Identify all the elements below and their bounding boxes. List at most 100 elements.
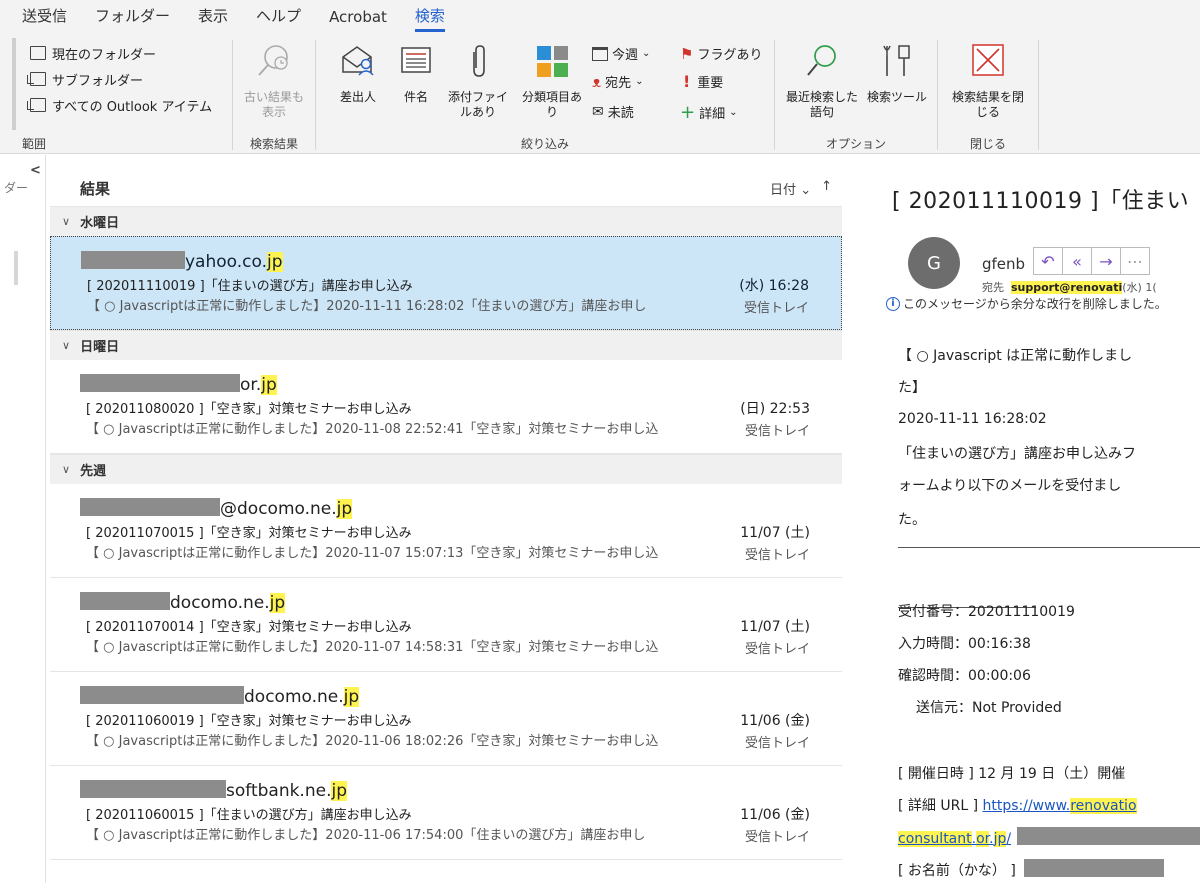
- sender-name[interactable]: gfenb: [982, 255, 1025, 273]
- redacted-text: [80, 374, 240, 392]
- mail-subject: [ 202011070015 ]「空き家」対策セミナーお申し込み: [86, 526, 412, 541]
- receipt-number: 受付番号：202011110019: [898, 604, 1075, 620]
- tab-0[interactable]: 送受信: [0, 5, 81, 34]
- plus-icon: +: [680, 102, 696, 123]
- has-attachment-button[interactable]: 添付ファイルあり: [446, 42, 510, 120]
- list-item[interactable]: yahoo.co.jp [ 202011110019 ]「住まいの選び方」講座お申…: [50, 236, 842, 330]
- from-envelope-icon: [342, 46, 374, 76]
- expand-pane-icon[interactable]: <: [30, 163, 41, 178]
- chevron-down-icon[interactable]: ∨: [62, 339, 70, 352]
- event-date: [ 開催日時 ] 12 月 19 日（土）開催: [898, 766, 1126, 782]
- important-button[interactable]: ! 重要: [680, 72, 723, 91]
- group-header[interactable]: ∨ 先週: [50, 454, 842, 484]
- scope-current-folder[interactable]: 現在のフォルダー: [30, 40, 212, 66]
- mail-folder: 受信トレイ: [744, 424, 810, 439]
- mail-date: 11/06 (金): [740, 713, 810, 729]
- tab-2[interactable]: 表示: [184, 5, 242, 34]
- options-group-label: オプション: [825, 137, 886, 151]
- results-group: 古い結果も表示 検索結果: [233, 34, 315, 154]
- list-item[interactable]: docomo.ne.jp [ 202011070014 ]「空き家」対策セミナーお…: [50, 578, 842, 672]
- redacted-text: [80, 498, 220, 516]
- detail-url-line: [ 詳細 URL ] https://www.renovatio: [898, 798, 1137, 814]
- list-item[interactable]: @docomo.ne.jp [ 202011070015 ]「空き家」対策セミナー…: [50, 484, 842, 578]
- ribbon: 現在のフォルダー サブフォルダー すべての Outlook アイテム 範囲 古い…: [0, 34, 1200, 154]
- paperclip-icon: [473, 45, 485, 77]
- refine-group-label: 絞り込み: [520, 137, 569, 151]
- envelope-icon: ✉: [592, 103, 604, 120]
- detail-url-link[interactable]: https://www.renovatio: [983, 798, 1137, 814]
- collapse-handle[interactable]: [12, 38, 16, 130]
- reply-icon[interactable]: ↶: [1033, 247, 1063, 275]
- mail-folder: 受信トレイ: [744, 642, 810, 657]
- close-group: 検索結果を閉じる 閉じる: [938, 34, 1038, 154]
- mail-subject: [ 202011060015 ]「住まいの選び方」講座お申し込み: [86, 808, 412, 823]
- mail-subject: [ 202011060019 ]「空き家」対策セミナーお申し込み: [86, 714, 412, 729]
- categorized-button[interactable]: 分類項目あり: [520, 42, 584, 120]
- mail-date: 11/06 (金): [740, 807, 810, 823]
- chevron-down-icon[interactable]: ∨: [62, 215, 70, 228]
- chevron-down-icon[interactable]: ∨: [62, 463, 70, 476]
- message-list: 結果 日付 ⌄ ↑ ∨ 水曜日 yahoo.co.jp [ 202011110019 ]…: [50, 170, 842, 883]
- tab-1[interactable]: フォルダー: [81, 5, 184, 34]
- all-items-icon: [27, 98, 46, 112]
- subfolder-icon: [27, 72, 46, 86]
- redacted-text: [1023, 859, 1164, 877]
- close-group-label: 閉じる: [969, 137, 1006, 151]
- close-icon: [972, 44, 1004, 76]
- to-button[interactable]: ᴥ 宛先 ⌄: [592, 72, 644, 92]
- category-icon: [537, 46, 568, 77]
- info-banner[interactable]: i このメッセージから余分な改行を削除しました。: [886, 295, 1167, 312]
- mail-folder: 受信トレイ: [743, 301, 809, 316]
- options-group: 最近検索した語句 検索ツール オプション: [775, 34, 937, 154]
- sort-by-date[interactable]: 日付 ⌄: [770, 179, 811, 198]
- sort-control[interactable]: 日付 ⌄ ↑: [770, 179, 832, 198]
- list-item[interactable]: or.jp [ 202011080020 ]「空き家」対策セミナーお申し込み【 ○…: [50, 360, 842, 454]
- tab-5[interactable]: 検索: [401, 5, 459, 34]
- search-tools-button[interactable]: 検索ツール: [867, 42, 927, 105]
- detail-url-continued[interactable]: consultant.or.jp/: [898, 827, 1200, 847]
- recipient-address[interactable]: support@renovati: [1011, 281, 1123, 294]
- recent-searches-button[interactable]: 最近検索した語句: [783, 42, 861, 120]
- ribbon-separator: [1038, 40, 1039, 150]
- this-week-button[interactable]: 今週 ⌄: [592, 44, 650, 63]
- tools-icon: [883, 45, 910, 76]
- subject-button[interactable]: 件名: [396, 42, 436, 105]
- folder-pane[interactable]: < ダー: [0, 155, 46, 883]
- more-button[interactable]: + 詳細 ⌄: [680, 102, 738, 123]
- mail-date: (水) 16:28: [739, 278, 809, 294]
- results-title: 結果: [80, 179, 111, 198]
- older-results-button[interactable]: 古い結果も表示: [243, 42, 305, 120]
- from-button[interactable]: 差出人: [338, 42, 378, 105]
- group-header[interactable]: ∨ 日曜日: [50, 330, 842, 360]
- refine-group: 差出人 件名 添付ファイルあり 分類項目あり 今週 ⌄ ⚑ フラグあり ᴥ 宛先 ⌄ !…: [316, 34, 774, 154]
- list-header: 結果 日付 ⌄ ↑: [50, 170, 842, 206]
- mail-sender: @docomo.ne.jp: [80, 498, 353, 519]
- list-item[interactable]: softbank.ne.jp [ 202011060015 ]「住まいの選び方」講…: [50, 766, 842, 860]
- mail-subject: [ 202011110019 ]「住まいの選び方」講座お申し込み: [87, 279, 413, 294]
- list-item[interactable]: docomo.ne.jp [ 202011060019 ]「空き家」対策セミナーお…: [50, 672, 842, 766]
- name-field-line: [ お名前（かな） ]: [898, 859, 1164, 880]
- forward-icon[interactable]: →: [1091, 247, 1121, 275]
- close-search-button[interactable]: 検索結果を閉じる: [950, 42, 1026, 120]
- tab-3[interactable]: ヘルプ: [242, 5, 315, 34]
- results-group-label: 検索結果: [249, 137, 298, 151]
- scope-all-outlook[interactable]: すべての Outlook アイテム: [27, 92, 212, 118]
- subject-icon: [401, 47, 431, 73]
- more-actions-icon[interactable]: ⋯: [1120, 247, 1150, 275]
- flagged-button[interactable]: ⚑ フラグあり: [680, 44, 762, 64]
- unread-button[interactable]: ✉ 未読: [592, 102, 634, 122]
- avatar: G: [908, 237, 960, 289]
- group-header[interactable]: ∨ 水曜日: [50, 206, 842, 236]
- redacted-text: [81, 251, 185, 269]
- sort-direction-icon[interactable]: ↑: [821, 179, 832, 198]
- body-line: 「住まいの選び方」講座お申し込みフ: [898, 446, 1136, 462]
- reply-all-icon[interactable]: «: [1062, 247, 1092, 275]
- mail-folder: 受信トレイ: [744, 736, 810, 751]
- mail-date: 11/07 (土): [740, 619, 810, 635]
- scope-subfolders[interactable]: サブフォルダー: [27, 66, 212, 92]
- mail-subject: [ 202011080020 ]「空き家」対策セミナーお申し込み: [86, 402, 412, 417]
- source-line: 送信元：Not Provided: [916, 700, 1062, 716]
- pane-marker: [14, 251, 18, 285]
- mail-folder: 受信トレイ: [744, 548, 810, 563]
- tab-4[interactable]: Acrobat: [315, 8, 401, 34]
